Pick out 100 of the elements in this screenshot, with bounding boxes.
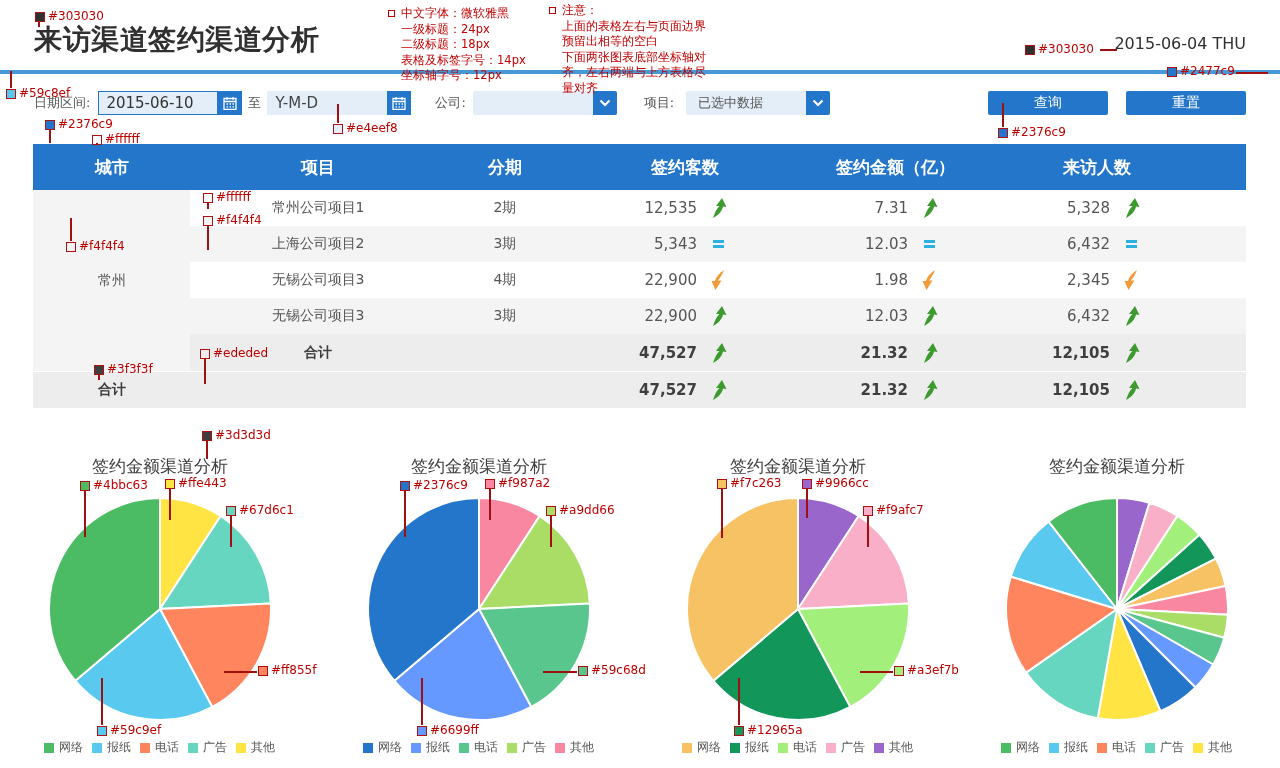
leader-line	[860, 671, 893, 673]
color-code-label: #2376c9	[413, 478, 468, 492]
leader-line	[206, 441, 208, 459]
color-code-label: #4bbc63	[93, 478, 148, 492]
date-label: 2015-06-04 THU	[1114, 34, 1246, 53]
column-header: 签约客数	[650, 155, 720, 179]
color-code-label: #59c9ef	[110, 723, 162, 737]
legend-label: 广告	[522, 739, 546, 756]
color-code-label: #67d6c1	[239, 503, 294, 517]
note-text: 二级标题：18px	[401, 37, 491, 53]
table-cell-text: 12,105	[1051, 381, 1110, 399]
table-cell-text: 12,535	[643, 199, 697, 217]
leader-line	[101, 678, 103, 725]
leader-line	[404, 491, 406, 537]
date-field[interactable]: Y-M-D	[267, 90, 388, 115]
table-cell: 上海公司项目2	[271, 235, 365, 253]
table-cell-text: 7.31	[873, 199, 908, 217]
table-cell-text: 21.32	[859, 343, 908, 362]
legend-label: 网络	[378, 739, 402, 756]
leader-line	[867, 516, 869, 547]
leader-line	[721, 489, 723, 538]
leader-line	[337, 104, 339, 123]
note-marker-icon	[388, 10, 395, 17]
legend-label: 其他	[889, 739, 913, 756]
column-header: 来访人数	[1062, 155, 1132, 179]
color-code-label: #303030	[48, 9, 104, 23]
legend-label: 其他	[1208, 739, 1232, 756]
note-text: 中文字体：微软雅黑	[401, 6, 510, 22]
legend-label: 电话	[1112, 739, 1136, 756]
calendar-button[interactable]	[218, 90, 243, 115]
color-code-label: #e4eef8	[346, 121, 398, 135]
table-cell-text: 47,527	[638, 343, 697, 362]
color-code-label: #3d3d3d	[215, 428, 271, 442]
legend-label: 其他	[570, 739, 594, 756]
chevron-down-icon	[598, 98, 611, 107]
chart-title: 签约金额渠道分析	[410, 455, 547, 477]
note-text: 上面的表格左右与页面边界	[562, 18, 706, 34]
color-code-label: #ffffff	[216, 190, 251, 204]
leader-line	[421, 678, 423, 725]
legend-label: 报纸	[107, 739, 131, 756]
table-cell-text: 6,432	[1066, 307, 1110, 325]
leader-line	[207, 226, 209, 250]
table-cell: 合计	[304, 343, 332, 362]
leader-line	[49, 130, 51, 143]
color-code-label: #303030	[1038, 42, 1094, 56]
note-text: 表格及标签字号：14px	[401, 52, 526, 68]
legend-label: 广告	[841, 739, 865, 756]
page-title: 来访渠道签约渠道分析	[34, 26, 319, 54]
column-header: 项目	[299, 155, 336, 179]
color-code-label: #ededed	[213, 346, 269, 360]
legend-label: 电话	[474, 739, 498, 756]
leader-line	[806, 489, 808, 518]
query-button[interactable]: 查询	[988, 90, 1108, 115]
table-cell-text: 1.98	[873, 271, 908, 289]
table-cell: 3期	[493, 235, 517, 253]
table-cell: 合计	[97, 381, 126, 399]
color-code-label: #9966cc	[815, 476, 869, 490]
table-cell-text: 2,345	[1066, 271, 1110, 289]
leader-line	[70, 218, 72, 241]
calendar-icon	[392, 95, 407, 110]
leader-line	[224, 671, 257, 673]
color-code-label: #a3ef7b	[907, 663, 959, 677]
table-cell: 4期	[493, 271, 517, 289]
table-cell: 3期	[493, 307, 517, 325]
table-cell: 无锡公司项目3	[271, 307, 365, 325]
table-cell: 常州公司项目1	[271, 199, 365, 217]
table-cell-text: 22,900	[643, 307, 697, 325]
column-header: 分期	[487, 155, 523, 179]
leader-line	[10, 71, 12, 88]
legend-label: 广告	[203, 739, 227, 756]
table-cell-text: 6,432	[1066, 235, 1110, 253]
color-code-label: #f4f4f4	[79, 239, 125, 253]
table-cell-text: 47,527	[638, 381, 697, 399]
leader-line	[738, 678, 740, 725]
date-field[interactable]: 2015-06-10	[98, 90, 219, 115]
note-text: 注意：	[562, 3, 599, 19]
table-cell-text: 5,343	[653, 235, 697, 253]
color-code-label: #f4f4f4	[216, 213, 262, 227]
column-header: 城市	[93, 155, 130, 179]
color-code-label: #ffe443	[178, 476, 227, 490]
leader-line	[169, 489, 171, 520]
legend-label: 网络	[1016, 739, 1040, 756]
project-select[interactable]: 已选中数据	[686, 90, 831, 115]
color-code-label: #59c68d	[591, 663, 646, 677]
leader-line	[1236, 72, 1268, 74]
leader-line	[489, 489, 491, 520]
reset-button[interactable]: 重置	[1126, 90, 1246, 115]
table-cell-text: 5,328	[1066, 199, 1110, 217]
legend-label: 报纸	[745, 739, 769, 756]
color-code-label: #2376c9	[1011, 125, 1066, 139]
color-code-label: #12965a	[747, 723, 803, 737]
calendar-icon	[223, 95, 238, 110]
leader-line	[204, 359, 206, 384]
table-cell: 无锡公司项目3	[271, 271, 365, 289]
legend-label: 电话	[155, 739, 179, 756]
table-cell-text: 12,105	[1051, 343, 1110, 362]
color-code-label: #3f3f3f	[107, 362, 153, 376]
note-text: 预留出相等的空白	[562, 34, 659, 50]
calendar-button[interactable]	[387, 90, 412, 115]
color-code-label: #6699ff	[430, 723, 479, 737]
